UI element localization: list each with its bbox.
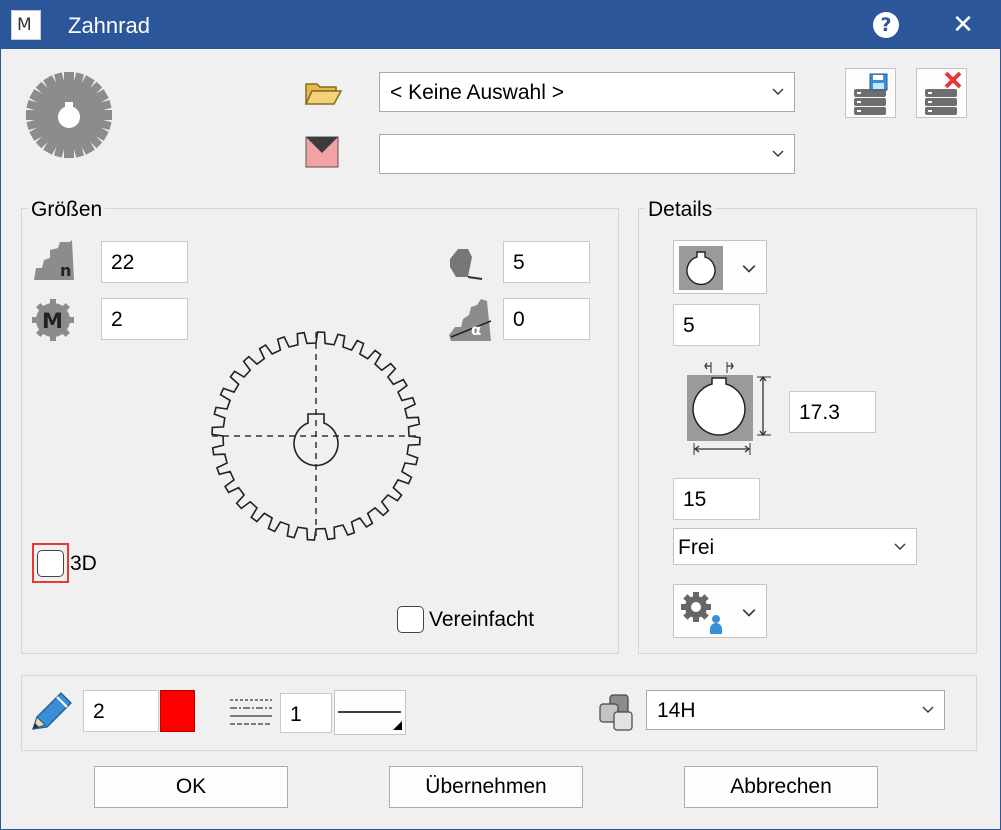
apply-button[interactable]: Übernehmen bbox=[389, 766, 583, 808]
chevron-down-icon bbox=[922, 706, 934, 713]
module-icon: M bbox=[32, 299, 74, 341]
folder-open-icon[interactable] bbox=[304, 80, 342, 106]
title-bar: M Zahnrad ? ✕ bbox=[1, 1, 1000, 49]
pen-color-swatch[interactable] bbox=[160, 690, 195, 732]
hub-length-input[interactable]: 15 bbox=[673, 478, 760, 520]
groessen-label: Größen bbox=[28, 198, 106, 222]
layer-select[interactable] bbox=[379, 134, 795, 174]
save-database-button[interactable] bbox=[845, 68, 896, 118]
keyway-dimension-diagram bbox=[687, 362, 771, 455]
svg-text:n: n bbox=[60, 261, 71, 280]
chevron-down-icon bbox=[894, 543, 906, 550]
line-style-select[interactable] bbox=[334, 690, 406, 735]
3d-label: 3D bbox=[70, 552, 97, 575]
bore-type-select[interactable] bbox=[673, 240, 767, 294]
close-button[interactable]: ✕ bbox=[945, 7, 981, 43]
line-style-preview-icon bbox=[338, 711, 402, 730]
gear-icon bbox=[26, 72, 112, 158]
cancel-button[interactable]: Abbrechen bbox=[684, 766, 878, 808]
user-settings-select[interactable] bbox=[673, 584, 767, 638]
chamfer-input[interactable]: 5 bbox=[503, 241, 590, 283]
svg-text:M: M bbox=[42, 309, 63, 333]
pressure-angle-icon: α bbox=[449, 299, 492, 341]
bore-keyway-icon bbox=[679, 246, 723, 290]
module-input[interactable]: 2 bbox=[101, 298, 188, 340]
gear-dialog: M Zahnrad ? ✕ < Keine Auswahl > Größen n… bbox=[0, 0, 1001, 830]
gear-preview bbox=[211, 331, 421, 541]
database-save-icon bbox=[854, 73, 888, 115]
keyway-height-input[interactable]: 17.3 bbox=[789, 391, 876, 433]
chevron-down-icon bbox=[772, 150, 784, 157]
pressure-angle-input[interactable]: 0 bbox=[503, 298, 590, 340]
ok-button[interactable]: OK bbox=[94, 766, 288, 808]
svg-text:α: α bbox=[471, 321, 481, 339]
pen-width-input[interactable]: 2 bbox=[83, 690, 159, 732]
database-delete-icon bbox=[925, 71, 962, 115]
teeth-count-icon: n bbox=[34, 240, 74, 280]
app-icon: M bbox=[11, 10, 41, 40]
tolerance-select[interactable]: 14H bbox=[646, 690, 945, 730]
layer-color-icon[interactable] bbox=[305, 136, 339, 168]
chamfer-icon bbox=[450, 249, 483, 280]
help-button[interactable]: ? bbox=[873, 12, 899, 38]
3d-checkbox[interactable] bbox=[37, 550, 64, 577]
delete-database-button[interactable] bbox=[916, 68, 967, 118]
bore-diameter-input[interactable]: 5 bbox=[673, 304, 760, 346]
window-title: Zahnrad bbox=[68, 13, 150, 38]
chevron-down-icon bbox=[742, 265, 756, 273]
library-select[interactable]: < Keine Auswahl > bbox=[379, 72, 795, 112]
chevron-down-icon bbox=[772, 88, 784, 95]
details-label: Details bbox=[645, 198, 716, 222]
fit-mode-select[interactable]: Frei bbox=[673, 528, 917, 565]
teeth-count-input[interactable]: 22 bbox=[101, 241, 188, 283]
chevron-down-icon bbox=[742, 609, 756, 617]
line-type-icon bbox=[230, 699, 272, 725]
shapes-icon bbox=[599, 694, 633, 731]
pencil-icon[interactable] bbox=[29, 689, 75, 733]
simplified-label: Vereinfacht bbox=[429, 608, 535, 631]
line-scale-input[interactable]: 1 bbox=[280, 693, 332, 733]
gear-user-icon bbox=[681, 592, 722, 634]
simplified-checkbox[interactable] bbox=[397, 606, 424, 633]
